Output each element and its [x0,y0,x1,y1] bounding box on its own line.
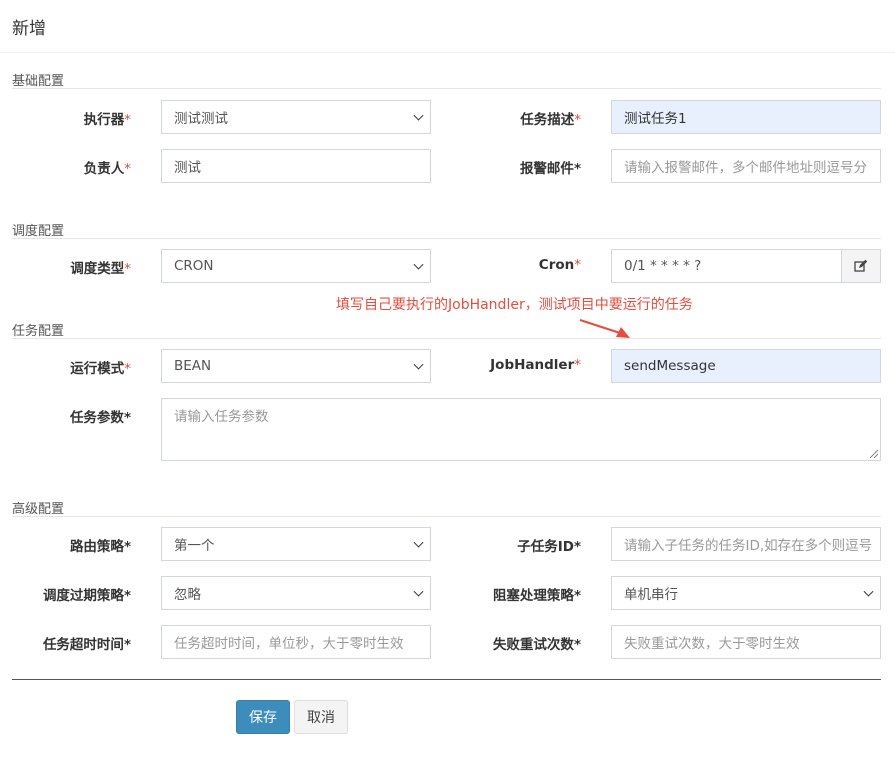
job-param-label: 任务参数* [69,410,131,426]
timeout-label: 任务超时时间* [42,637,131,653]
section-title-job: 任务配置 [12,324,65,339]
header-divider [0,52,895,53]
executor-label: 执行器* [83,112,131,128]
cancel-button[interactable]: 取消 [294,700,348,734]
chevron-down-icon [413,259,424,270]
schedule-type-select[interactable]: CRON [161,249,431,283]
alarm-email-label: 报警邮件* [519,161,581,177]
edit-icon [854,259,868,272]
resize-handle-icon[interactable] [870,450,878,458]
section-title-advanced: 高级配置 [12,502,65,517]
modal-title: 新增 [12,19,46,39]
block-strategy-label: 阻塞处理策略* [492,588,581,604]
child-job-id-input[interactable]: 请输入子任务的任务ID,如存在多个则逗号 [611,527,881,561]
misfire-strategy-select[interactable]: 忽略 [161,576,431,610]
job-desc-input[interactable]: 测试任务1 [611,100,881,134]
fail-retry-input[interactable]: 失败重试次数，大于零时生效 [611,625,881,659]
annotation-text: 填写自己要执行的JobHandler，测试项目中要运行的任务 [336,297,693,313]
alarm-email-input[interactable]: 请输入报警邮件，多个邮件地址则逗号分 [611,149,881,183]
job-handler-label: JobHandler* [490,357,581,373]
chevron-down-icon [413,586,424,597]
save-button[interactable]: 保存 [236,700,290,734]
route-strategy-label: 路由策略* [69,539,131,555]
cron-edit-button[interactable] [842,249,881,283]
glue-type-label: 运行模式* [70,361,131,377]
fail-retry-label: 失败重试次数* [492,637,581,653]
section-title-schedule: 调度配置 [12,224,65,239]
job-handler-input[interactable]: sendMessage [611,349,881,383]
author-label: 负责人* [83,161,131,177]
chevron-down-icon [863,586,874,597]
block-strategy-select[interactable]: 单机串行 [611,576,881,610]
cron-label: Cron* [538,257,581,273]
executor-select[interactable]: 测试测试 [161,100,431,134]
glue-type-select[interactable]: BEAN [161,349,431,383]
section-title-basic: 基础配置 [12,74,65,89]
section-divider-advanced [12,516,881,517]
chevron-down-icon [413,537,424,548]
child-job-id-label: 子任务ID* [517,539,581,555]
route-strategy-select[interactable]: 第一个 [161,527,431,561]
footer-divider [12,679,881,680]
misfire-strategy-label: 调度过期策略* [42,588,131,604]
schedule-type-label: 调度类型* [70,261,131,277]
section-divider-schedule [12,238,881,239]
section-divider-basic [12,88,881,89]
job-desc-label: 任务描述* [520,112,581,128]
chevron-down-icon [413,359,424,370]
section-divider-job [12,338,881,339]
author-input[interactable]: 测试 [161,149,431,183]
cron-input[interactable]: 0/1 * * * * ? [611,249,842,283]
chevron-down-icon [413,110,424,121]
job-param-textarea[interactable]: 请输入任务参数 [161,398,881,461]
timeout-input[interactable]: 任务超时时间，单位秒，大于零时生效 [161,625,431,659]
